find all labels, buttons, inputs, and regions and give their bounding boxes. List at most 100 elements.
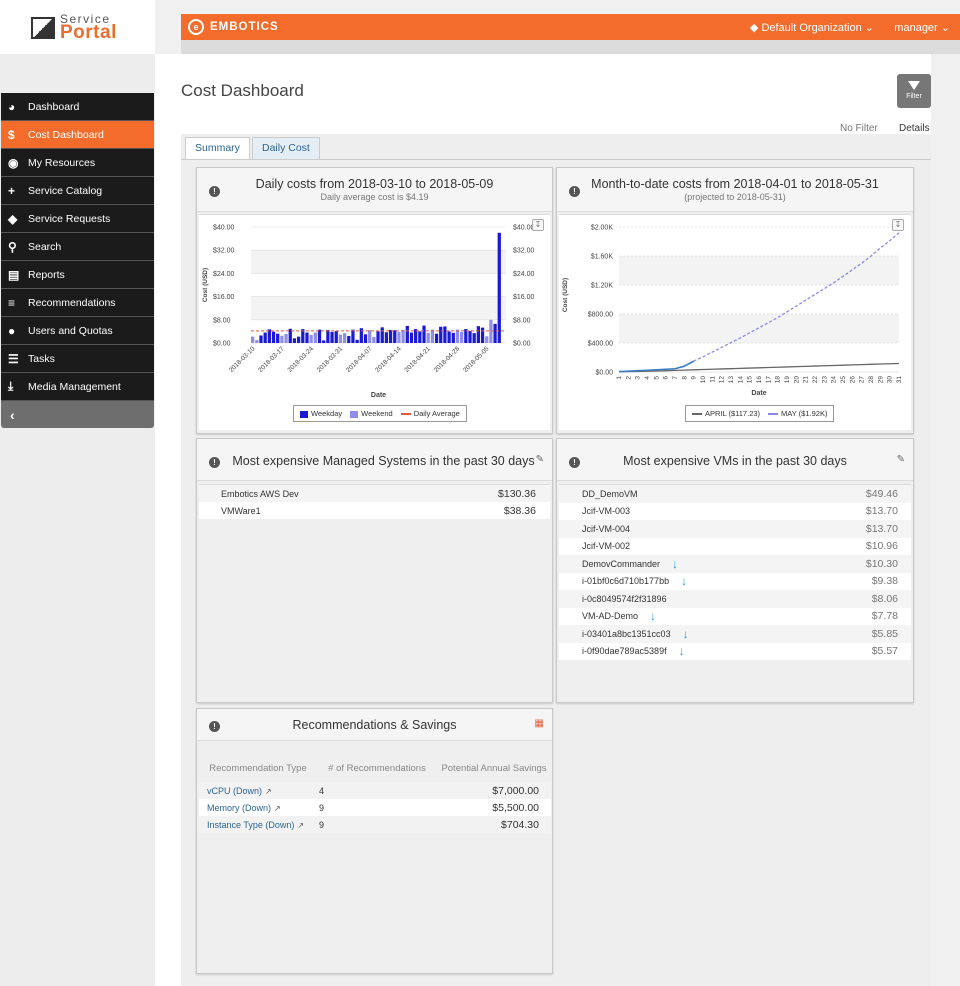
recommendation-savings: $7,000.00 xyxy=(492,784,539,797)
panel-header: ! Recommendations & Savings ▦ xyxy=(197,709,552,741)
month-to-date-panel: ! Month-to-date costs from 2018-04-01 to… xyxy=(556,167,914,434)
arrow-down-icon[interactable]: ↓ xyxy=(681,574,687,588)
legend-daily-average[interactable]: Daily Average xyxy=(400,409,460,418)
y-tick-label: $0.00 xyxy=(595,370,613,377)
grid-band xyxy=(619,256,899,285)
arrow-down-icon[interactable]: ↓ xyxy=(679,644,685,658)
weekend-bar xyxy=(455,329,460,343)
legend-weekday[interactable]: Weekday xyxy=(300,409,342,418)
recommendation-type-link[interactable]: Memory (Down) xyxy=(207,803,271,813)
legend-april[interactable]: APRIL ($117.23) xyxy=(692,409,760,418)
sidebar-item-service-requests[interactable]: ◆ Service Requests xyxy=(1,205,154,233)
weekend-bar xyxy=(313,332,317,343)
list-item[interactable]: i-0f90dae789ac5389f ↓ $5.57 xyxy=(559,643,911,661)
sidebar-item-label: Recommendations xyxy=(28,296,116,309)
pencil-icon[interactable]: ✎ xyxy=(897,454,905,465)
weekday-bar xyxy=(263,332,267,343)
list-item[interactable]: Embotics AWS Dev $130.36 xyxy=(199,485,550,502)
plus-icon: + xyxy=(8,183,16,198)
weekday-bar xyxy=(451,332,455,343)
list-item[interactable]: Jcif-VM-003 $13.70 xyxy=(559,503,911,521)
sidebar-item-my-resources[interactable]: ◉ My Resources xyxy=(1,149,154,177)
list-item[interactable]: i-03401a8bc1351cc03 ↓ $5.85 xyxy=(559,625,911,643)
month-to-date-chart-svg: $0.00$400.00$800.00$1.20K$1.60K$2.00K1 2 3… xyxy=(562,225,903,398)
recommendation-type-link[interactable]: Instance Type (Down) xyxy=(207,820,294,830)
filter-button[interactable]: Filter xyxy=(897,74,931,108)
weekend-bar xyxy=(284,334,288,343)
list-item[interactable]: DD_DemoVM $49.46 xyxy=(559,485,911,503)
list-item[interactable]: i-01bf0c6d710b177bb ↓ $9.38 xyxy=(559,573,911,591)
weekday-bar xyxy=(305,332,309,343)
weekday-bar xyxy=(276,333,280,343)
sidebar-item-tasks[interactable]: ☰ Tasks xyxy=(1,345,154,373)
sidebar-item-search[interactable]: ⚲ Search xyxy=(1,233,154,261)
download-icon[interactable]: ↧ xyxy=(532,219,544,231)
funnel-icon xyxy=(908,81,920,90)
y-tick-label-right: $0.00 xyxy=(513,341,531,348)
weekday-bar xyxy=(480,327,485,343)
sidebar-item-media-management[interactable]: ⤓ Media Management xyxy=(1,373,154,401)
weekend-bar xyxy=(309,334,313,343)
vm-cost: $5.85 xyxy=(871,627,898,640)
sidebar-nav: ◕ Dashboard $ Cost Dashboard ◉ My Resources + S… xyxy=(1,93,154,428)
panel-title: Month-to-date costs from 2018-04-01 to 2… xyxy=(591,177,879,191)
arrow-down-icon[interactable]: ↓ xyxy=(683,627,689,641)
col-recommendation-count: # of Recommendations xyxy=(328,762,426,774)
x-tick-label: 14 xyxy=(737,376,744,384)
recommendations-table: Recommendation Type # of Recommendations… xyxy=(199,754,551,833)
service-portal-logo[interactable]: Service Portal xyxy=(0,0,155,54)
vm-cost: $7.78 xyxy=(871,610,898,623)
users-icon: ● xyxy=(8,323,16,338)
list-item[interactable]: DemovCommander ↓ $10.30 xyxy=(559,555,911,573)
organization-dropdown[interactable]: ◆ Default Organization ⌄ xyxy=(750,21,874,34)
recommendation-type-link[interactable]: vCPU (Down) xyxy=(207,786,262,796)
sidebar-item-users-and-quotas[interactable]: ● Users and Quotas xyxy=(1,317,154,345)
sliders-icon: ≡ xyxy=(8,295,16,310)
panel-header: ! Month-to-date costs from 2018-04-01 to… xyxy=(557,168,913,212)
user-label: manager xyxy=(894,22,938,34)
tab-summary[interactable]: Summary xyxy=(185,137,250,159)
legend-may[interactable]: MAY ($1.92K) xyxy=(768,409,827,418)
list-item[interactable]: VM-AD-Demo ↓ $7.78 xyxy=(559,608,911,626)
sidebar-item-reports[interactable]: ▤ Reports xyxy=(1,261,154,289)
weekend-bar xyxy=(460,331,464,343)
x-tick-label: 20 xyxy=(793,376,800,384)
logo-line2: Portal xyxy=(60,22,117,43)
user-dropdown[interactable]: manager ⌄ xyxy=(894,21,950,34)
arrow-down-icon[interactable]: ↓ xyxy=(650,609,656,623)
list-item[interactable]: Jcif-VM-002 $10.96 xyxy=(559,538,911,556)
y-axis-label: Cost (USD) xyxy=(202,268,209,302)
weekend-bar xyxy=(251,336,255,343)
x-tick-label: 5 xyxy=(653,376,660,380)
sidebar-item-recommendations[interactable]: ≡ Recommendations xyxy=(1,289,154,317)
tab-divider xyxy=(181,159,931,160)
chart-legend: Weekday Weekend Daily Average xyxy=(293,405,467,422)
vm-name: VM-AD-Demo xyxy=(582,611,639,622)
vm-name: i-01bf0c6d710b177bb xyxy=(582,576,670,587)
list-item[interactable]: i-0c8049574f2f31896 $8.06 xyxy=(559,590,911,608)
expensive-vms-panel: ! Most expensive VMs in the past 30 days… xyxy=(556,438,914,703)
list-item[interactable]: VMWare1 $38.36 xyxy=(199,502,550,519)
table-view-icon[interactable]: ▦ xyxy=(535,718,544,729)
list-item[interactable]: Jcif-VM-004 $13.70 xyxy=(559,520,911,538)
sidebar-item-label: Reports xyxy=(28,268,65,281)
top-bar-strip xyxy=(181,40,960,54)
recommendation-savings: $5,500.00 xyxy=(492,801,539,814)
y-tick-label-right: $24.00 xyxy=(513,271,535,278)
y-tick-label-right: $32.00 xyxy=(513,248,535,255)
weekday-bar xyxy=(434,333,439,343)
pencil-icon[interactable]: ✎ xyxy=(536,454,544,465)
arrow-down-icon[interactable]: ↓ xyxy=(672,557,678,571)
tab-daily-cost[interactable]: Daily Cost xyxy=(252,137,320,159)
system-name: VMWare1 xyxy=(221,505,261,516)
weekday-bar xyxy=(271,331,276,343)
details-link[interactable]: Details xyxy=(899,123,930,134)
recommendations-panel: ! Recommendations & Savings ▦ Recommenda… xyxy=(196,708,553,974)
sidebar-collapse-button[interactable]: ‹ xyxy=(1,401,154,428)
download-icon[interactable]: ↧ xyxy=(892,219,904,231)
legend-weekend[interactable]: Weekend xyxy=(350,409,393,418)
sidebar-item-service-catalog[interactable]: + Service Catalog xyxy=(1,177,154,205)
sidebar-item-dashboard[interactable]: ◕ Dashboard xyxy=(1,93,154,121)
search-icon: ⚲ xyxy=(8,239,17,254)
sidebar-item-cost-dashboard[interactable]: $ Cost Dashboard xyxy=(1,121,154,149)
